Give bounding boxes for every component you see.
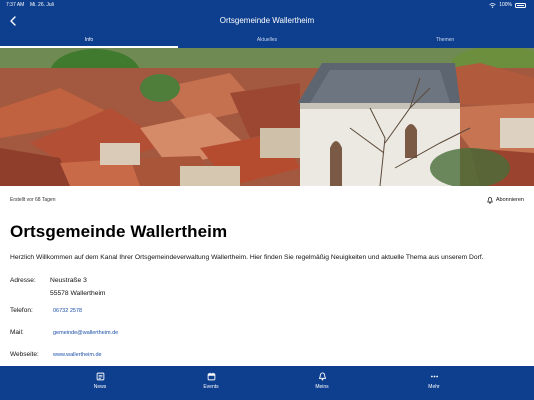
- more-icon: [430, 375, 438, 378]
- page-title: Ortsgemeinde Wallertheim: [219, 16, 315, 25]
- battery-percent: 100%: [499, 2, 512, 8]
- calendar-icon: [207, 372, 215, 381]
- status-indicators: 100%: [489, 2, 526, 8]
- phone-link[interactable]: 06732 2578: [53, 308, 82, 314]
- battery-icon: [515, 2, 526, 8]
- nav-news-label: News: [93, 384, 107, 390]
- tab-aktuelles[interactable]: Aktuelles: [178, 34, 356, 48]
- nav-events[interactable]: Events: [181, 372, 241, 390]
- status-date: Mi. 26. Juli: [30, 2, 54, 8]
- website-label: Webseite:: [10, 351, 39, 358]
- nav-mehr[interactable]: Mehr: [404, 372, 464, 390]
- address-street: Neustraße 3: [50, 277, 87, 284]
- nav-meins-label: Meins: [315, 384, 329, 390]
- tab-themen[interactable]: Themen: [356, 34, 534, 48]
- channel-intro: Herzlich Willkommen auf dem Kanal Ihrer …: [10, 254, 484, 261]
- top-bar: 7:37 AM Mi. 26. Juli 100% Ortsgemeinde W…: [0, 0, 534, 48]
- news-icon: [96, 372, 104, 381]
- hero-image: [0, 48, 534, 186]
- mail-label: Mail:: [10, 329, 24, 336]
- bell-icon: [318, 372, 326, 381]
- tab-info[interactable]: Info: [0, 34, 178, 48]
- subscribe-button[interactable]: Abonnieren: [487, 194, 524, 206]
- status-bar: 7:37 AM Mi. 26. Juli 100%: [0, 0, 534, 10]
- app-root: 7:37 AM Mi. 26. Juli 100% Ortsgemeinde W…: [0, 0, 534, 400]
- status-time: 7:37 AM: [6, 2, 25, 8]
- meta-row: Erstellt vor 68 Tagen Abonnieren: [10, 194, 524, 206]
- mail-link[interactable]: gemeinde@wallertheim.de: [53, 330, 118, 336]
- website-link[interactable]: www.wallertheim.de: [53, 352, 102, 358]
- address-city: 55578 Wallertheim: [50, 290, 106, 297]
- nav-events-label: Events: [203, 384, 219, 390]
- nav-news[interactable]: News: [70, 372, 130, 390]
- wifi-icon: [489, 2, 496, 8]
- phone-label: Telefon:: [10, 307, 33, 314]
- channel-heading: Ortsgemeinde Wallertheim: [10, 222, 228, 241]
- address-label: Adresse:: [10, 277, 36, 284]
- nav-mehr-label: Mehr: [428, 384, 440, 390]
- title-bar: Ortsgemeinde Wallertheim: [0, 12, 534, 30]
- bell-outline-icon: [487, 196, 493, 204]
- subscribe-label: Abonnieren: [495, 197, 524, 203]
- info-panel: Erstellt vor 68 Tagen Abonnieren Ortsgem…: [0, 186, 534, 366]
- nav-meins[interactable]: Meins: [292, 372, 352, 390]
- created-date: Erstellt vor 68 Tagen: [10, 197, 56, 203]
- tab-bar: Info Aktuelles Themen: [0, 34, 534, 48]
- bottom-navigation: News Events Meins Mehr: [0, 366, 534, 400]
